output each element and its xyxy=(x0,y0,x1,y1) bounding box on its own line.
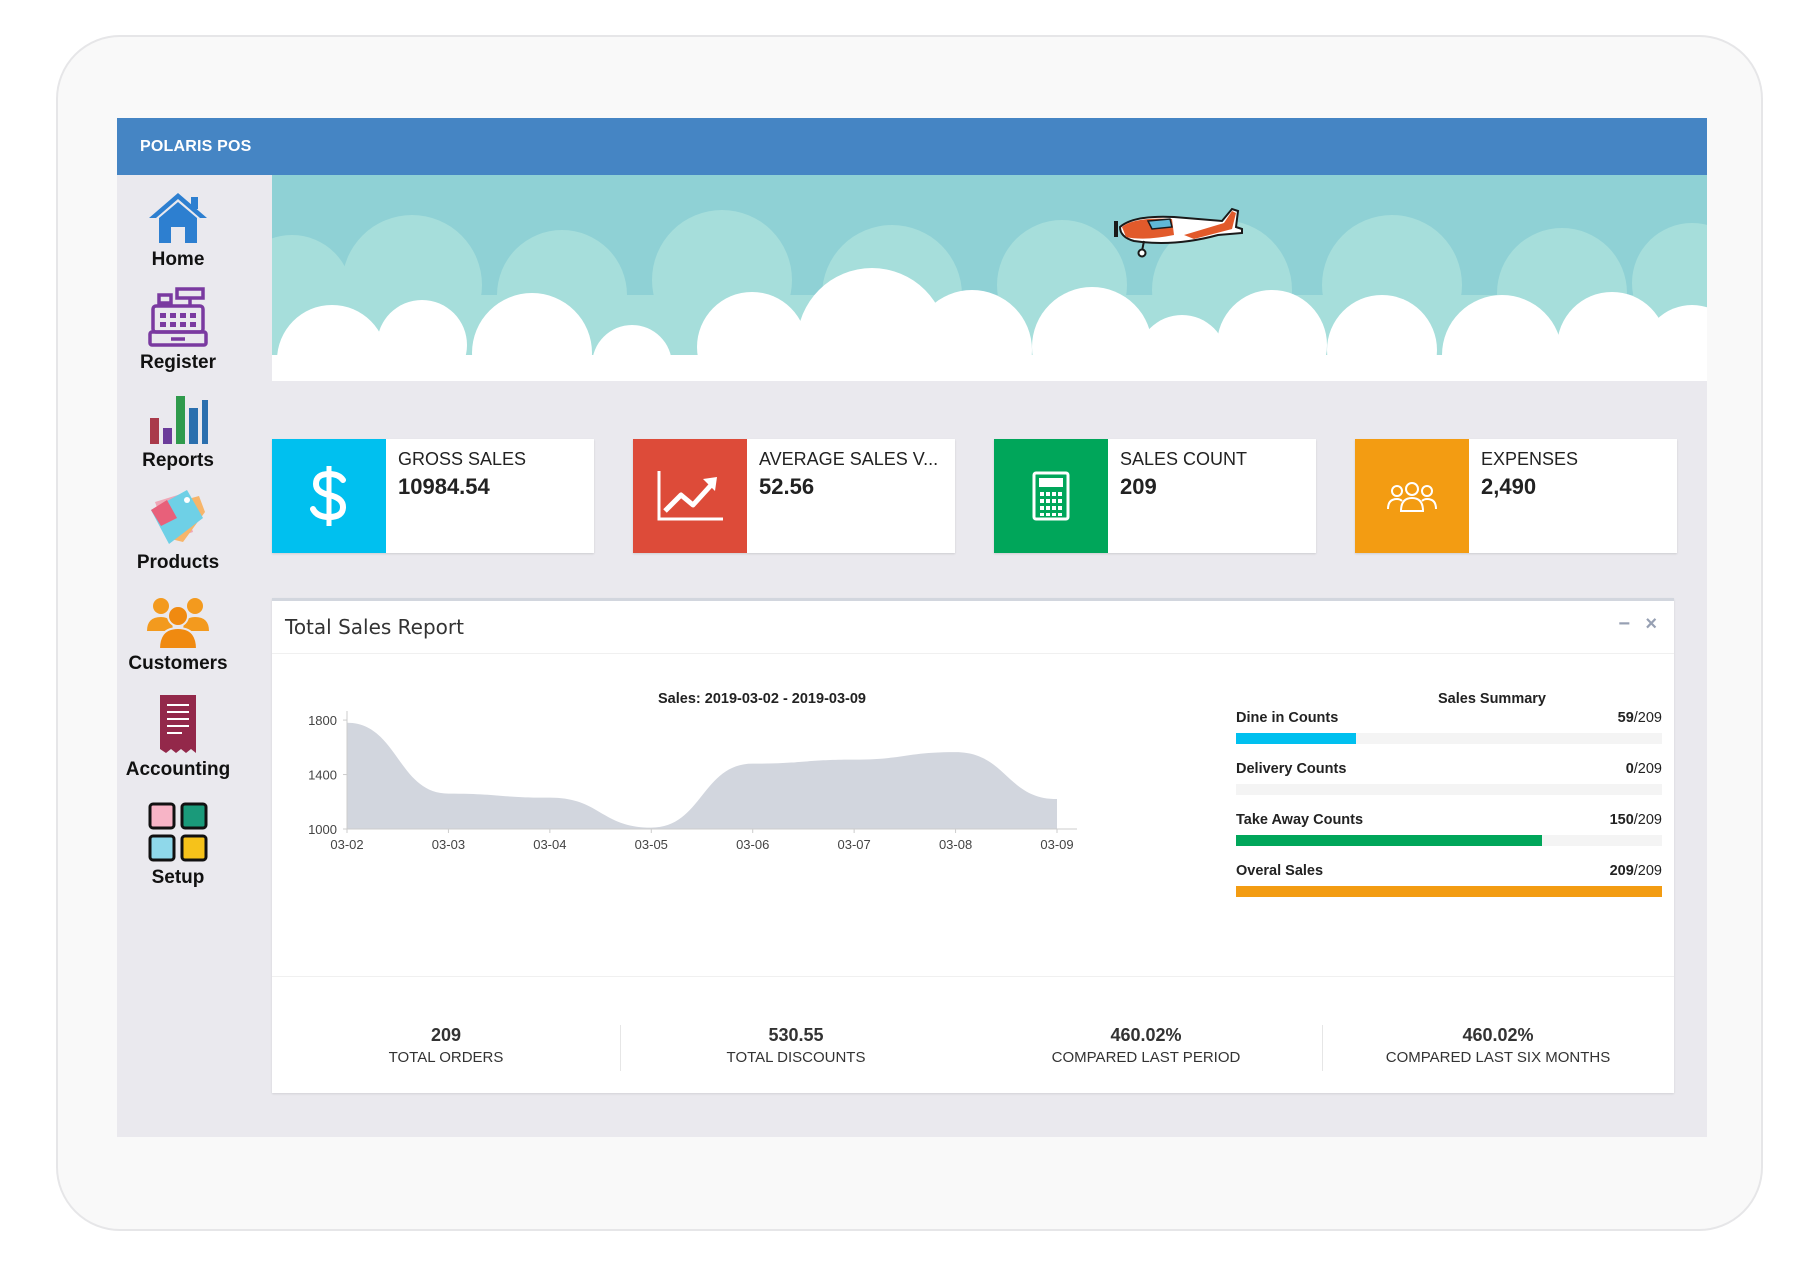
card-value: 209 xyxy=(1120,474,1157,499)
stat-value: 530.55 xyxy=(768,1025,824,1045)
card-value: 10984.54 xyxy=(398,474,490,499)
divider xyxy=(1322,1025,1323,1071)
sidebar-item-label: Reports xyxy=(142,450,214,471)
x-tick-label: 03-03 xyxy=(432,837,465,852)
x-tick-label: 03-02 xyxy=(330,837,363,852)
sidebar-item-register[interactable]: Register xyxy=(117,286,239,374)
gross-sales-card: GROSS SALES 10984.54 xyxy=(272,439,594,553)
dollar-icon xyxy=(310,466,347,526)
stat-compared-last-period: 460.02% COMPARED LAST PERIOD xyxy=(972,1025,1320,1066)
progress-track xyxy=(1236,835,1662,846)
card-label: GROSS SALES xyxy=(398,449,527,469)
progress-label: Dine in Counts xyxy=(1236,710,1339,726)
progress-count: 59/209 xyxy=(1617,710,1662,726)
card-icon-box xyxy=(1355,439,1469,553)
calculator-icon xyxy=(1032,471,1070,521)
receipt-icon xyxy=(160,695,196,753)
minimize-button[interactable]: − xyxy=(1618,613,1630,636)
stat-value: 209 xyxy=(430,1025,462,1045)
trend-up-icon xyxy=(657,471,723,521)
sidebar-item-label: Setup xyxy=(151,867,205,888)
card-value: 2,490 xyxy=(1481,474,1537,499)
stat-label: COMPARED LAST PERIOD xyxy=(1051,1049,1241,1066)
progress-count: 150/209 xyxy=(1609,812,1662,828)
x-tick-label: 03-05 xyxy=(635,837,668,852)
panel-header: Total Sales Report − × xyxy=(272,601,1674,654)
progress-count: 209/209 xyxy=(1609,863,1662,879)
progress-label: Take Away Counts xyxy=(1236,812,1364,828)
progress-track xyxy=(1236,886,1662,897)
users-group-icon xyxy=(147,598,209,649)
sidebar-item-label: Accounting xyxy=(125,759,231,780)
y-tick-label: 1800 xyxy=(308,713,337,728)
x-tick-label: 03-07 xyxy=(838,837,871,852)
sky-banner xyxy=(272,175,1707,381)
sidebar: Home Register Reports Products Customers… xyxy=(117,175,272,1095)
price-tags-icon xyxy=(151,490,205,544)
expenses-card: EXPENSES 2,490 xyxy=(1355,439,1677,553)
y-tick-label: 1000 xyxy=(308,822,337,837)
sidebar-item-setup[interactable]: Setup xyxy=(117,801,239,889)
stat-compared-last-six-months: 460.02% COMPARED LAST SIX MONTHS xyxy=(1324,1025,1672,1066)
progress-label: Delivery Counts xyxy=(1236,761,1347,777)
stat-value: 460.02% xyxy=(1110,1025,1182,1045)
sidebar-item-reports[interactable]: Reports xyxy=(117,394,239,472)
card-label: SALES COUNT xyxy=(1120,449,1248,469)
stat-value: 460.02% xyxy=(1462,1025,1534,1045)
sales-area-chart: 1000 1400 1800 03-02 03-03 03-04 03-05 03-06 03-… xyxy=(308,711,1077,852)
x-tick-label: 03-04 xyxy=(533,837,566,852)
panel-title: Total Sales Report xyxy=(285,615,464,639)
app-screen: POLARIS POS Home Register Reports Produc… xyxy=(117,118,1707,1137)
app-title: POLARIS POS xyxy=(140,138,252,155)
progress-track xyxy=(1236,733,1662,744)
x-tick-label: 03-08 xyxy=(939,837,972,852)
cash-register-icon xyxy=(148,287,208,347)
sidebar-item-label: Register xyxy=(139,352,217,373)
progress-fill xyxy=(1236,886,1662,897)
card-label: AVERAGE SALES V... xyxy=(759,449,939,469)
stat-total-discounts: 530.55 TOTAL DISCOUNTS xyxy=(622,1025,970,1066)
sidebar-item-customers[interactable]: Customers xyxy=(117,595,239,675)
sidebar-item-accounting[interactable]: Accounting xyxy=(117,693,239,781)
sales-count-card: SALES COUNT 209 xyxy=(994,439,1316,553)
card-icon-box xyxy=(633,439,747,553)
sidebar-item-label: Home xyxy=(151,249,205,270)
sidebar-item-label: Customers xyxy=(128,653,228,674)
panel-footer: 209 TOTAL ORDERS 530.55 TOTAL DISCOUNTS … xyxy=(272,976,1674,1094)
home-icon xyxy=(149,193,207,243)
grid-tiles-icon xyxy=(148,802,208,862)
x-tick-label: 03-06 xyxy=(736,837,769,852)
bar-chart-icon xyxy=(150,396,208,444)
card-icon-box xyxy=(994,439,1108,553)
sidebar-item-products[interactable]: Products xyxy=(117,488,239,574)
people-icon xyxy=(1387,482,1437,512)
stat-label: TOTAL ORDERS xyxy=(388,1049,504,1066)
progress-track xyxy=(1236,784,1662,795)
progress-count: 0/209 xyxy=(1625,761,1662,777)
total-sales-report-panel: Total Sales Report − × Sales: 2019-03-02… xyxy=(272,598,1674,1093)
progress-fill xyxy=(1236,835,1542,846)
progress-fill xyxy=(1236,733,1357,744)
sidebar-item-home[interactable]: Home xyxy=(117,191,239,271)
sidebar-item-label: Products xyxy=(136,552,220,573)
card-icon-box xyxy=(272,439,386,553)
clouds-illustration xyxy=(272,175,1707,381)
stat-label: TOTAL DISCOUNTS xyxy=(726,1049,866,1066)
average-sales-card: AVERAGE SALES V... 52.56 xyxy=(633,439,955,553)
y-tick-label: 1400 xyxy=(308,768,337,783)
close-button[interactable]: × xyxy=(1645,613,1657,636)
divider xyxy=(620,1025,621,1071)
stat-label: COMPARED LAST SIX MONTHS xyxy=(1385,1049,1611,1066)
progress-label: Overal Sales xyxy=(1236,863,1324,879)
area-series xyxy=(347,722,1057,829)
x-tick-label: 03-09 xyxy=(1040,837,1073,852)
card-label: EXPENSES xyxy=(1481,449,1579,469)
chart-title: Sales: 2019-03-02 - 2019-03-09 xyxy=(658,691,866,707)
sales-summary-title: Sales Summary xyxy=(1437,691,1546,707)
top-bar: POLARIS POS xyxy=(117,118,1707,175)
card-value: 52.56 xyxy=(759,474,815,499)
stat-total-orders: 209 TOTAL ORDERS xyxy=(272,1025,620,1066)
